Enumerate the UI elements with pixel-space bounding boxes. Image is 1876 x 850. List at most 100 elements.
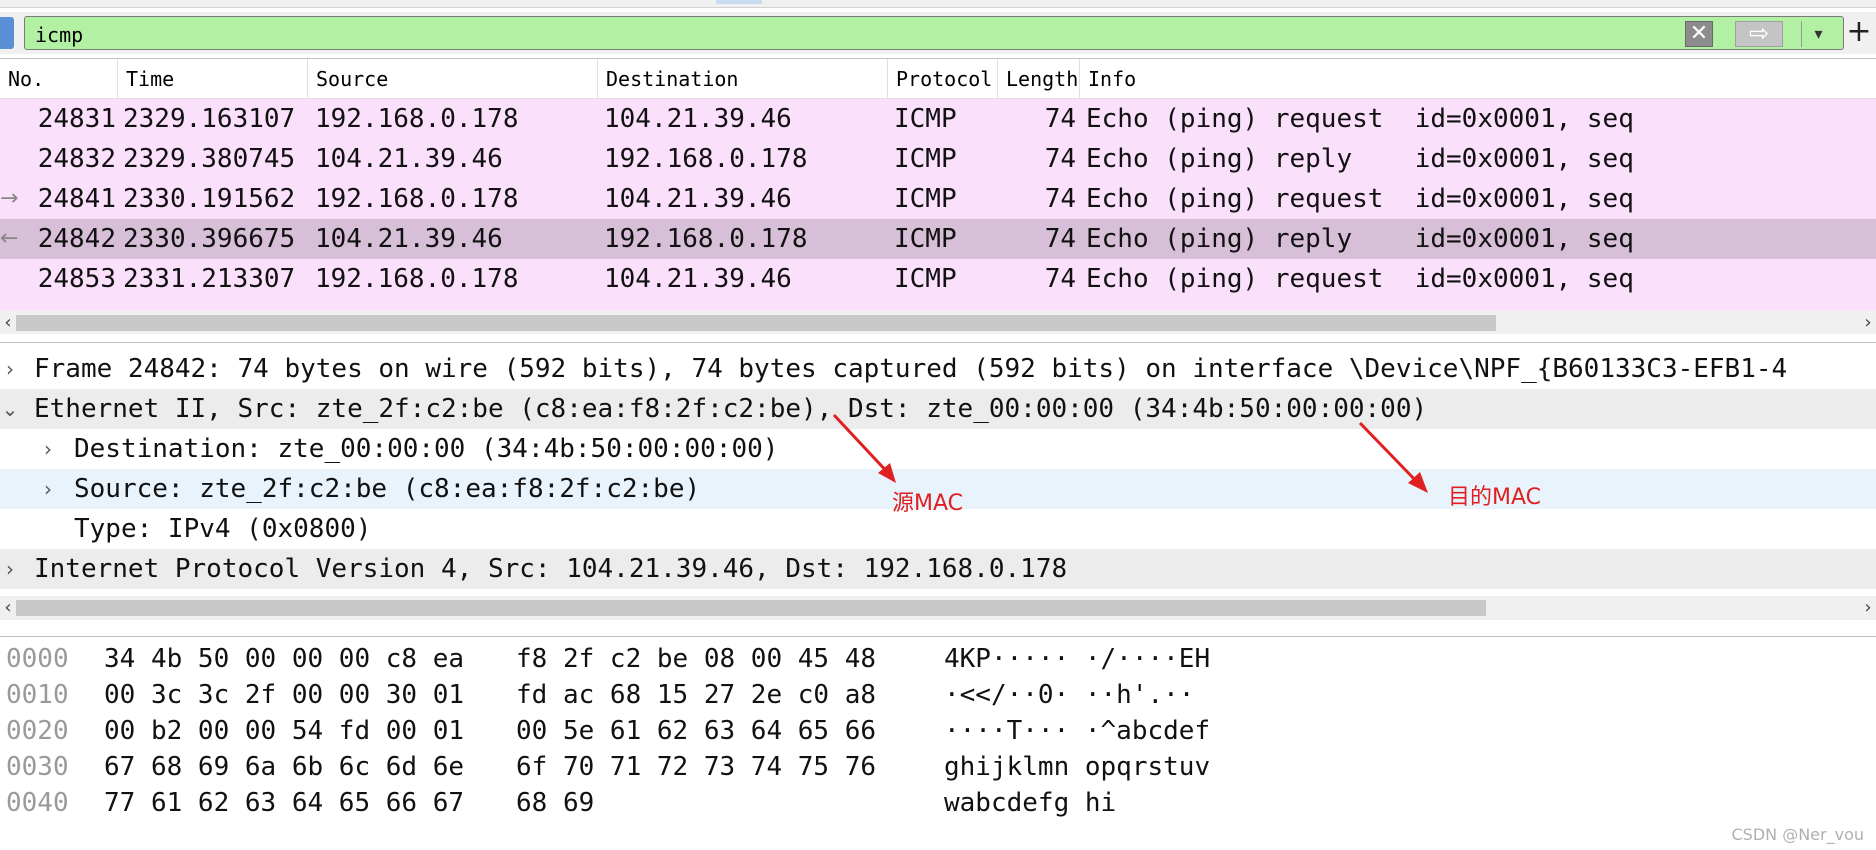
bytes-hex-group-1: 00 3c 3c 2f 00 00 30 01 — [104, 680, 465, 710]
packet-length: 74 — [1044, 104, 1076, 134]
bytes-hex-group-1: 00 b2 00 00 54 fd 00 01 — [104, 716, 465, 746]
window-top-strip — [0, 0, 1876, 8]
apply-filter-icon[interactable]: ⇨ — [1735, 21, 1783, 47]
packet-destination: 192.168.0.178 — [604, 224, 808, 254]
bytes-row[interactable]: 0010 00 3c 3c 2f 00 00 30 01 fd ac 68 15… — [0, 677, 1876, 713]
packet-time: 2331.213307 — [123, 264, 296, 294]
filter-history-dropdown-icon[interactable]: ▾ — [1801, 21, 1835, 47]
display-filter-value[interactable]: icmp — [35, 23, 83, 47]
bytes-hex-group-1: 67 68 69 6a 6b 6c 6d 6e — [104, 752, 465, 782]
bytes-row[interactable]: 0030 67 68 69 6a 6b 6c 6d 6e 6f 70 71 72… — [0, 749, 1876, 785]
packet-source: 104.21.39.46 — [315, 224, 503, 254]
packet-no: 24841 — [37, 184, 116, 214]
scroll-right-icon[interactable]: › — [1860, 311, 1876, 334]
column-header-protocol[interactable]: Protocol — [888, 59, 998, 99]
packet-length: 74 — [1044, 144, 1076, 174]
packet-protocol: ICMP — [894, 104, 957, 134]
packet-no: 24831 — [37, 104, 116, 134]
packet-destination: 104.21.39.46 — [604, 264, 792, 294]
packet-info: Echo (ping) reply id=0x0001, seq — [1086, 224, 1634, 254]
packet-info: Echo (ping) request id=0x0001, seq — [1086, 104, 1634, 134]
bytes-hex-group-2: 6f 70 71 72 73 74 75 76 — [516, 752, 877, 782]
scrollbar-thumb[interactable] — [16, 600, 1486, 616]
packet-destination: 104.21.39.46 — [604, 184, 792, 214]
bytes-ascii: wabcdefg hi — [944, 788, 1117, 818]
scroll-left-icon[interactable]: ‹ — [0, 596, 16, 620]
bytes-hex-group-2: f8 2f c2 be 08 00 45 48 — [516, 644, 877, 674]
packet-protocol: ICMP — [894, 144, 957, 174]
packet-row-partial[interactable] — [0, 299, 1876, 311]
bytes-ascii: ghijklmn opqrstuv — [944, 752, 1211, 782]
bytes-row[interactable]: 0020 00 b2 00 00 54 fd 00 01 00 5e 61 62… — [0, 713, 1876, 749]
packet-details-pane: › Frame 24842: 74 bytes on wire (592 bit… — [0, 342, 1876, 596]
packet-time: 2330.396675 — [123, 224, 296, 254]
column-header-time[interactable]: Time — [118, 59, 308, 99]
column-header-no[interactable]: No. — [0, 59, 118, 99]
packet-row[interactable]: 24832 2329.380745 104.21.39.46 192.168.0… — [0, 139, 1876, 179]
packet-bytes-pane: 0000 34 4b 50 00 00 00 c8 ea f8 2f c2 be… — [0, 636, 1876, 850]
src-mac-arrow-icon — [832, 413, 896, 483]
column-header-info[interactable]: Info — [1080, 59, 1876, 99]
add-filter-button[interactable]: + — [1846, 17, 1872, 48]
bytes-row[interactable]: 0000 34 4b 50 00 00 00 c8 ea f8 2f c2 be… — [0, 641, 1876, 677]
scrollbar-thumb[interactable] — [16, 315, 1496, 331]
packet-no: 24853 — [37, 264, 116, 294]
packet-time: 2329.380745 — [123, 144, 296, 174]
packet-destination: 104.21.39.46 — [604, 104, 792, 134]
packet-length: 74 — [1044, 264, 1076, 294]
scroll-right-icon[interactable]: › — [1860, 596, 1876, 620]
packet-source: 104.21.39.46 — [315, 144, 503, 174]
packet-protocol: ICMP — [894, 184, 957, 214]
bytes-ascii: ·<</··0· ··h'.·· — [944, 680, 1195, 710]
packet-time: 2330.191562 — [123, 184, 296, 214]
packet-info: Echo (ping) request id=0x0001, seq — [1086, 264, 1634, 294]
annotation-src-mac: 源MAC — [892, 491, 964, 516]
bytes-offset: 0010 — [6, 680, 69, 710]
bytes-hex-group-1: 77 61 62 63 64 65 66 67 — [104, 788, 465, 818]
bytes-offset: 0000 — [6, 644, 69, 674]
details-horizontal-scrollbar[interactable]: ‹ › — [0, 596, 1876, 620]
annotation-dst-mac: 目的MAC — [1448, 485, 1542, 510]
packet-list-pane: No. Time Source Destination Protocol Len… — [0, 58, 1876, 334]
bytes-hex-group-2: fd ac 68 15 27 2e c0 a8 — [516, 680, 877, 710]
packet-source: 192.168.0.178 — [315, 104, 519, 134]
packet-no: 24842 — [37, 224, 116, 254]
packet-source: 192.168.0.178 — [315, 184, 519, 214]
clear-filter-icon[interactable]: ✕ — [1685, 21, 1713, 47]
packet-list-header: No. Time Source Destination Protocol Len… — [0, 59, 1876, 99]
packet-protocol: ICMP — [894, 224, 957, 254]
filter-bookmark-icon[interactable] — [0, 17, 14, 49]
bytes-hex-group-1: 34 4b 50 00 00 00 c8 ea — [104, 644, 465, 674]
packet-length: 74 — [1044, 184, 1076, 214]
column-header-destination[interactable]: Destination — [598, 59, 888, 99]
packet-source: 192.168.0.178 — [315, 264, 519, 294]
packet-info: Echo (ping) request id=0x0001, seq — [1086, 184, 1634, 214]
csdn-watermark: CSDN @Ner_vou — [1731, 825, 1865, 844]
packet-info: Echo (ping) reply id=0x0001, seq — [1086, 144, 1634, 174]
packet-no: 24832 — [37, 144, 116, 174]
packet-row[interactable]: 24831 2329.163107 192.168.0.178 104.21.3… — [0, 99, 1876, 139]
packet-protocol: ICMP — [894, 264, 957, 294]
bytes-ascii: 4KP····· ·/····EH — [944, 644, 1211, 674]
bytes-offset: 0040 — [6, 788, 69, 818]
bytes-offset: 0030 — [6, 752, 69, 782]
column-header-length[interactable]: Length — [998, 59, 1080, 99]
bytes-offset: 0020 — [6, 716, 69, 746]
dst-mac-arrow-icon — [1358, 421, 1428, 493]
splitter-handle[interactable] — [716, 0, 762, 4]
packet-destination: 192.168.0.178 — [604, 144, 808, 174]
packet-list-horizontal-scrollbar[interactable]: ‹ › — [0, 311, 1876, 334]
bytes-hex-group-2: 00 5e 61 62 63 64 65 66 — [516, 716, 877, 746]
packet-length: 74 — [1044, 224, 1076, 254]
display-filter-input[interactable]: icmp ✕ ⇨ ▾ — [24, 16, 1844, 50]
bytes-hex-group-2: 68 69 — [516, 788, 595, 818]
bytes-ascii: ····T··· ·^abcdef — [944, 716, 1211, 746]
scroll-left-icon[interactable]: ‹ — [0, 311, 16, 334]
bytes-row[interactable]: 0040 77 61 62 63 64 65 66 67 68 69 wabcd… — [0, 785, 1876, 821]
packet-row[interactable]: 24853 2331.213307 192.168.0.178 104.21.3… — [0, 259, 1876, 299]
packet-row[interactable]: → 24841 2330.191562 192.168.0.178 104.21… — [0, 179, 1876, 219]
column-header-source[interactable]: Source — [308, 59, 598, 99]
packet-time: 2329.163107 — [123, 104, 296, 134]
packet-row-selected[interactable]: ← 24842 2330.396675 104.21.39.46 192.168… — [0, 219, 1876, 259]
display-filter-toolbar: icmp ✕ ⇨ ▾ + — [0, 12, 1876, 54]
